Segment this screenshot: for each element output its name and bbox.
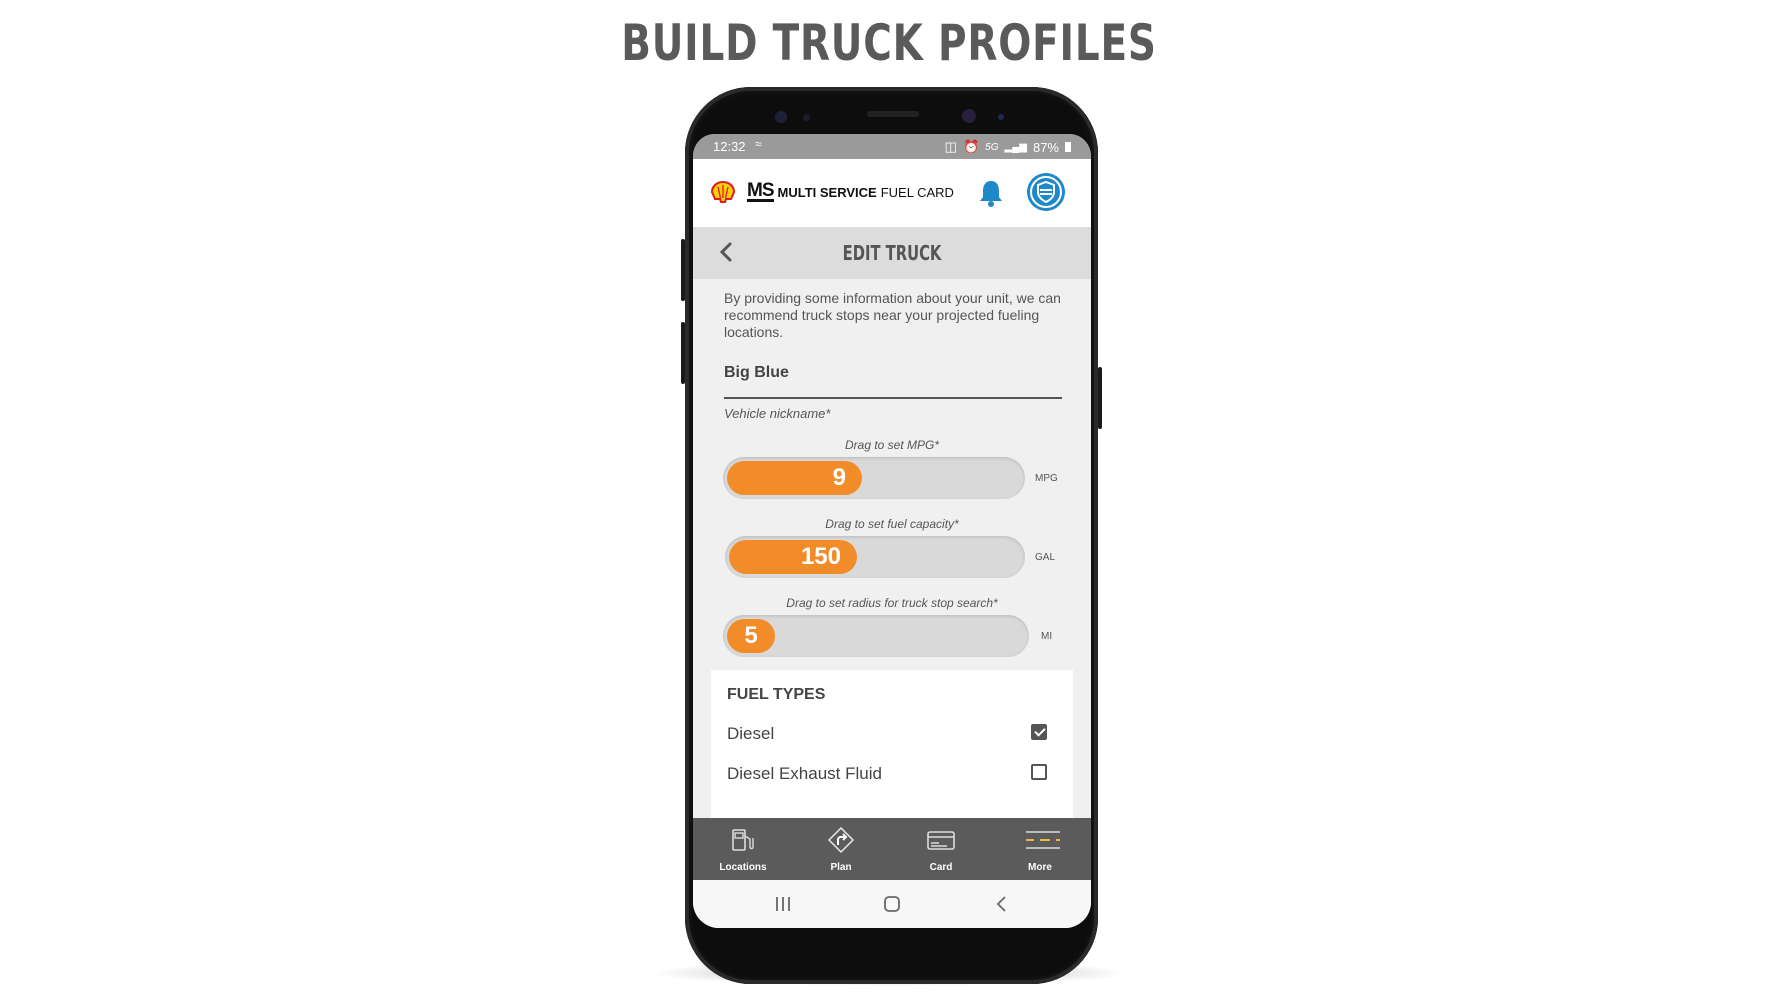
intro-text: By providing some information about your… <box>724 290 1061 340</box>
brand-name: MULTI SERVICE <box>777 185 877 200</box>
fuel-types-title: FUEL TYPES <box>727 686 826 703</box>
menu-icon <box>1026 831 1060 849</box>
brand-mark: MS <box>747 180 774 202</box>
status-time: 12:32 <box>713 139 746 154</box>
diesel-checkbox[interactable] <box>1031 724 1047 740</box>
tab-more[interactable]: More <box>1000 818 1080 880</box>
radius-value: 5 <box>744 622 758 649</box>
shield-icon <box>1030 176 1062 208</box>
bixby-button <box>681 322 685 384</box>
wifi-icon: ≈ <box>755 137 762 151</box>
radius-unit: MI <box>1041 631 1053 642</box>
network-label: 5G <box>985 141 999 153</box>
recent-apps-icon[interactable] <box>771 892 795 916</box>
fuel-type-diesel[interactable]: Diesel <box>727 720 1047 750</box>
nfc-icon: ◫ <box>944 139 957 154</box>
fuel-capacity-slider-track[interactable]: 150 <box>725 536 1025 578</box>
shell-logo-icon <box>711 181 735 203</box>
app-bar: MS MULTI SERVICE FUEL CARD <box>693 159 1091 227</box>
headline: BUILD TRUCK PROFILES <box>621 14 1157 72</box>
bottom-tab-bar: Locations Plan Card More <box>693 818 1091 880</box>
iris-led-icon <box>998 114 1004 120</box>
brand-logo: MS MULTI SERVICE FUEL CARD <box>747 180 954 202</box>
fuel-capacity-slider-fill[interactable]: 150 <box>729 540 857 574</box>
phone-screen: 12:32 ≈ ◫ ⏰ 5G ▂▄▆ 87% MS MULTI SERVICE … <box>693 134 1091 928</box>
vehicle-nickname-input[interactable]: Big Blue <box>724 364 789 382</box>
fuel-type-def[interactable]: Diesel Exhaust Fluid <box>727 760 1047 790</box>
tab-locations[interactable]: Locations <box>703 818 783 880</box>
status-right: ◫ ⏰ 5G ▂▄▆ 87% <box>945 139 1071 155</box>
proximity-sensor-icon <box>803 114 810 121</box>
iris-sensor-icon <box>775 111 787 123</box>
mpg-value: 9 <box>832 464 846 491</box>
radius-slider-track[interactable]: 5 <box>723 615 1029 657</box>
mpg-slider-track[interactable]: 9 <box>723 457 1025 499</box>
home-icon[interactable] <box>880 892 904 916</box>
tab-label: Plan <box>830 862 852 873</box>
fuel-capacity-value: 150 <box>800 543 841 570</box>
tab-label: Card <box>929 862 953 873</box>
battery-level: 87% <box>1032 139 1059 155</box>
fuel-type-label: Diesel <box>727 724 775 743</box>
radius-slider-fill[interactable]: 5 <box>727 619 775 653</box>
tab-card[interactable]: Card <box>901 818 981 880</box>
route-sign-icon <box>827 826 855 854</box>
mpg-slider-label: Drag to set MPG* <box>844 438 940 452</box>
nickname-underline <box>724 397 1062 399</box>
def-checkbox[interactable] <box>1031 764 1047 780</box>
mpg-unit: MPG <box>1035 473 1058 484</box>
tab-label: More <box>1028 862 1052 873</box>
fuel-type-label: Diesel Exhaust Fluid <box>727 764 882 783</box>
android-nav-bar <box>693 880 1091 928</box>
screen-title: EDIT TRUCK <box>842 241 942 265</box>
alarm-icon: ⏰ <box>962 139 980 154</box>
power-button <box>1098 367 1102 429</box>
tab-plan[interactable]: Plan <box>801 818 881 880</box>
fuel-pump-icon <box>732 829 754 851</box>
vehicle-nickname-label: Vehicle nickname* <box>724 406 831 421</box>
battery-icon <box>1065 142 1071 152</box>
notification-bell-icon[interactable] <box>977 178 1005 208</box>
screen-header: EDIT TRUCK <box>693 227 1091 279</box>
fuel-capacity-unit: GAL <box>1035 552 1056 563</box>
card-icon <box>927 831 955 850</box>
account-shield-button[interactable] <box>1027 173 1065 211</box>
back-nav-icon[interactable] <box>990 892 1014 916</box>
front-camera-icon <box>962 109 976 123</box>
mpg-slider-fill[interactable]: 9 <box>727 461 862 495</box>
signal-icon: ▂▄▆ <box>1004 141 1027 153</box>
fuel-capacity-slider-label: Drag to set fuel capacity* <box>825 517 959 531</box>
earpiece-speaker <box>867 111 919 117</box>
status-bar: 12:32 ≈ ◫ ⏰ 5G ▂▄▆ 87% <box>693 134 1091 159</box>
tab-label: Locations <box>719 862 767 873</box>
volume-button <box>681 239 685 301</box>
brand-suffix: FUEL CARD <box>880 185 954 200</box>
radius-slider-label: Drag to set radius for truck stop search… <box>786 596 998 610</box>
